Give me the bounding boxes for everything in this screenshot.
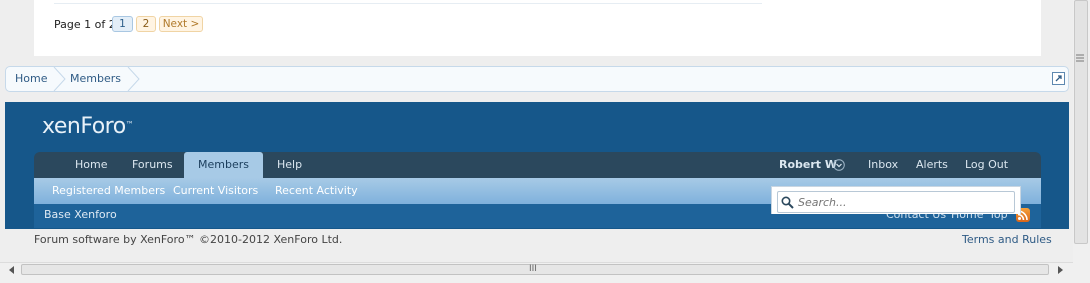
subnav-recent-activity[interactable]: Recent Activity (275, 178, 358, 204)
external-link-icon[interactable] (1052, 72, 1065, 85)
logo-text: xenForo (42, 114, 126, 139)
page-2-button[interactable]: 2 (136, 16, 156, 32)
copyright-text: Forum software by XenForo™ ©2010-2012 Xe… (34, 233, 343, 246)
arrow-left-icon[interactable] (5, 263, 19, 277)
next-page-button[interactable]: Next > (159, 16, 203, 32)
breadcrumb: Home Members (5, 66, 1069, 92)
logo-trademark: ™ (125, 120, 134, 129)
breadcrumb-home[interactable]: Home (15, 67, 47, 91)
search-icon (781, 196, 794, 209)
page-1-button[interactable]: 1 (112, 16, 133, 32)
nav-tab-home[interactable]: Home (75, 152, 107, 178)
chevron-down-icon[interactable] (833, 159, 845, 171)
breadcrumb-separator-icon (127, 67, 140, 91)
divider (54, 3, 762, 4)
search-input[interactable] (777, 191, 1015, 213)
scroll-grip: III (529, 264, 537, 274)
footer-style-link[interactable]: Base Xenforo (44, 204, 117, 226)
nav-tab-forums[interactable]: Forums (132, 152, 173, 178)
xenforo-logo[interactable]: xenForo™ (42, 113, 134, 141)
scrollbar-corner (1073, 262, 1090, 283)
breadcrumb-members[interactable]: Members (70, 67, 121, 91)
terms-link[interactable]: Terms and Rules (962, 233, 1052, 247)
pagination-label: Page 1 of 2 (54, 18, 116, 31)
nav-tab-help[interactable]: Help (277, 152, 302, 178)
breadcrumb-separator-icon (53, 67, 66, 91)
account-menu[interactable]: Robert W (779, 152, 837, 178)
subnav-current-visitors[interactable]: Current Visitors (173, 178, 258, 204)
nav-tab-members[interactable]: Members (184, 152, 263, 180)
nav-alerts[interactable]: Alerts (916, 152, 948, 178)
arrow-right-icon[interactable] (1053, 263, 1067, 277)
vertical-scroll-thumb[interactable] (1074, 0, 1088, 244)
nav-logout[interactable]: Log Out (965, 152, 1008, 178)
subnav-registered-members[interactable]: Registered Members (52, 178, 165, 204)
scroll-grip-icon (1076, 54, 1084, 62)
nav-inbox[interactable]: Inbox (868, 152, 898, 178)
